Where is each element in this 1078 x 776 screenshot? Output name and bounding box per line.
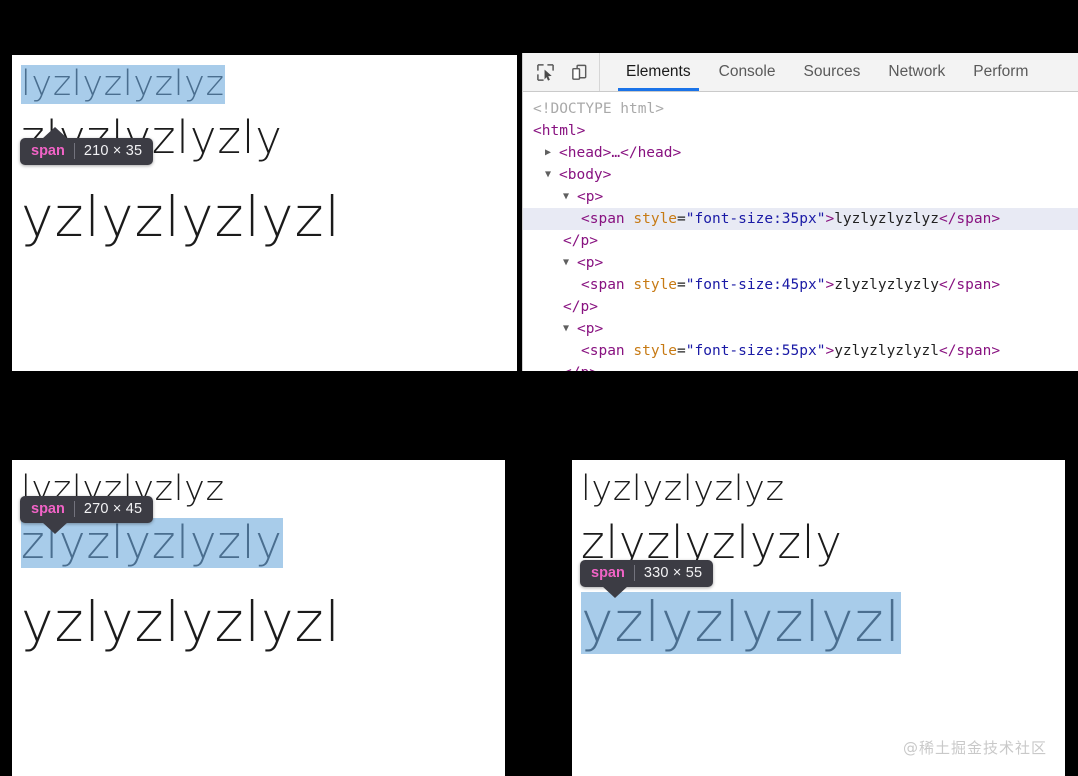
inspector-badge-bottom-left: span 270 × 45 <box>20 496 154 534</box>
span3-open: <span <box>581 343 634 359</box>
badge-tag-name: span <box>31 143 65 159</box>
tab-performance[interactable]: Perform <box>959 53 1042 91</box>
badge-tag-name-bl: span <box>31 501 65 517</box>
browser-panel-bottom-right: lyzlyzlyzlyz zlyzlyzlyzly yzlyzlyzlyzl s… <box>572 460 1065 776</box>
span3-text: yzlyzlyzlyzl <box>834 343 939 359</box>
tab-sources[interactable]: Sources <box>790 53 875 91</box>
dom-row-html[interactable]: <html> <box>523 120 1078 142</box>
dom-row-head[interactable]: ▶ <head>…</head> <box>523 142 1078 164</box>
badge-arrow-up-icon <box>42 127 68 139</box>
dom-row-p-3-close[interactable]: </p> <box>523 362 1078 371</box>
p3-close-tag: </p> <box>563 365 598 371</box>
badge-arrow-down-icon <box>42 522 68 534</box>
p1-open-tag: <p> <box>577 189 604 205</box>
devtools-window: Elements Console Sources Network Perform… <box>522 53 1078 371</box>
badge-tag-name-br: span <box>591 565 625 581</box>
dom-row-span-2[interactable]: <span style="font-size:45px">zlyzlyzlyzl… <box>523 274 1078 296</box>
tab-console-label: Console <box>718 63 776 80</box>
span1-gt: > <box>825 211 835 227</box>
span3-attr-name: style <box>633 343 678 359</box>
inspector-badge-top-left: span 210 × 35 <box>20 127 154 165</box>
span3-close: </span> <box>938 343 1001 359</box>
devtools-toolbar: Elements Console Sources Network Perform <box>523 53 1078 92</box>
dom-row-p-1-close[interactable]: </p> <box>523 230 1078 252</box>
tab-sources-label: Sources <box>803 63 861 80</box>
paragraph-35px-br: lyzlyzlyzlyz <box>581 469 785 509</box>
tab-performance-label: Perform <box>973 63 1029 80</box>
p2-open-tag: <p> <box>577 255 604 271</box>
span-text-55px-bl[interactable]: yzlyzlyzlyzl <box>21 590 341 654</box>
dom-row-p-2[interactable]: ▼ <p> <box>523 252 1078 274</box>
head-collapsed-tag: <head>…</head> <box>559 145 682 161</box>
watermark-text: @稀土掘金技术社区 <box>902 739 1047 757</box>
chevron-down-icon-body[interactable]: ▼ <box>545 164 559 186</box>
doctype-text: <!DOCTYPE html> <box>533 101 664 117</box>
devtools-toolbar-icons <box>523 53 600 91</box>
tab-elements-label: Elements <box>626 63 691 80</box>
inspect-element-icon[interactable] <box>531 58 559 86</box>
span1-attr-value: "font-size:35px" <box>685 211 826 227</box>
span2-close: </span> <box>938 277 1001 293</box>
tab-network[interactable]: Network <box>874 53 959 91</box>
span2-attr-value: "font-size:45px" <box>685 277 826 293</box>
inspector-badge-bottom-right: span 330 × 55 <box>580 560 714 598</box>
dom-row-p-2-close[interactable]: </p> <box>523 296 1078 318</box>
badge-divider-br <box>633 565 635 581</box>
span1-attr-name: style <box>633 211 678 227</box>
span3-attr-eq: = <box>677 343 686 359</box>
device-toolbar-icon[interactable] <box>565 58 593 86</box>
paragraph-55px-bl: yzlyzlyzlyzl <box>21 590 341 654</box>
span-text-35px-highlighted[interactable]: lyzlyzlyzlyz <box>21 64 225 105</box>
devtools-tab-bar: Elements Console Sources Network Perform <box>600 53 1042 91</box>
badge-dimensions: 210 × 35 <box>83 143 143 159</box>
span1-attr-eq: = <box>677 211 686 227</box>
paragraph-35px: lyzlyzlyzlyz <box>21 64 225 105</box>
tab-elements[interactable]: Elements <box>612 53 705 91</box>
span2-gt: > <box>825 277 835 293</box>
dom-row-span-3[interactable]: <span style="font-size:55px">yzlyzlyzlyz… <box>523 340 1078 362</box>
browser-panel-top-left: lyzlyzlyzlyz zlyzlyzlyzly yzlyzlyzlyzl s… <box>12 55 517 371</box>
span2-attr-eq: = <box>677 277 686 293</box>
html-open-tag: <html> <box>533 123 586 139</box>
dom-row-p-1[interactable]: ▼ <p> <box>523 186 1078 208</box>
badge-divider-bl <box>73 501 75 517</box>
paragraph-55px-br: yzlyzlyzlyzl <box>581 591 901 654</box>
span3-gt: > <box>825 343 835 359</box>
badge-divider <box>73 143 75 159</box>
badge-arrow-down-icon-br <box>602 586 628 598</box>
p1-close-tag: </p> <box>563 233 598 249</box>
badge-dimensions-bl: 270 × 45 <box>83 501 143 517</box>
dom-tree: <!DOCTYPE html> <html> ▶ <head>…</head> ▼… <box>523 92 1078 371</box>
span3-attr-value: "font-size:55px" <box>685 343 826 359</box>
dom-row-span-1[interactable]: <span style="font-size:35px">lyzlyzlyzly… <box>523 208 1078 230</box>
tab-console[interactable]: Console <box>705 53 790 91</box>
span1-text: lyzlyzlyzlyz <box>834 211 939 227</box>
span1-open: <span <box>581 211 634 227</box>
chevron-down-icon-p2[interactable]: ▼ <box>563 252 577 274</box>
tab-network-label: Network <box>888 63 946 80</box>
span-text-55px-highlighted[interactable]: yzlyzlyzlyzl <box>581 591 901 654</box>
browser-panel-bottom-left: lyzlyzlyzlyz zlyzlyzlyzly yzlyzlyzlyzl s… <box>12 460 505 776</box>
dom-row-p-3[interactable]: ▼ <p> <box>523 318 1078 340</box>
span2-attr-name: style <box>633 277 678 293</box>
dom-row-body[interactable]: ▼ <body> <box>523 164 1078 186</box>
p3-open-tag: <p> <box>577 321 604 337</box>
span2-open: <span <box>581 277 634 293</box>
p2-close-tag: </p> <box>563 299 598 315</box>
badge-dimensions-br: 330 × 55 <box>643 565 703 581</box>
paragraph-55px: yzlyzlyzlyzl <box>21 185 341 249</box>
span-text-35px-br[interactable]: lyzlyzlyzlyz <box>581 469 785 509</box>
span-text-55px[interactable]: yzlyzlyzlyzl <box>21 185 341 249</box>
dom-row-doctype[interactable]: <!DOCTYPE html> <box>523 98 1078 120</box>
span1-close: </span> <box>938 211 1001 227</box>
chevron-down-icon-p1[interactable]: ▼ <box>563 186 577 208</box>
chevron-right-icon[interactable]: ▶ <box>545 142 559 164</box>
body-open-tag: <body> <box>559 167 612 183</box>
chevron-down-icon-p3[interactable]: ▼ <box>563 318 577 340</box>
span2-text: zlyzlyzlyzly <box>834 277 939 293</box>
